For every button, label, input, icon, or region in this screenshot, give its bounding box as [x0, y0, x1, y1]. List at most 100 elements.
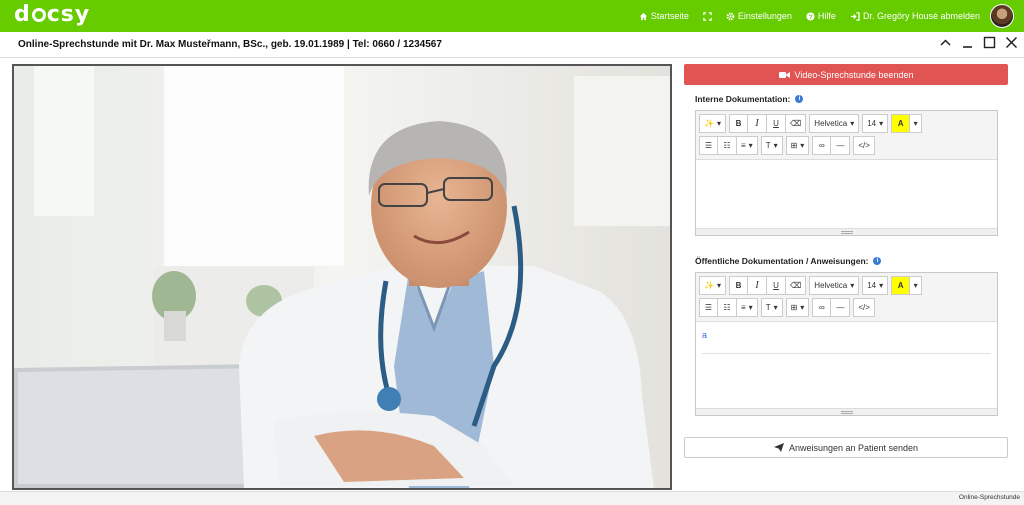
font-family-select[interactable]: Helvetica ▾ — [809, 276, 860, 295]
table-button[interactable]: ⊞ ▾ — [785, 136, 810, 155]
bullet-list-icon: ☰ — [704, 303, 713, 312]
content-divider — [702, 353, 991, 354]
nav-home[interactable]: Startseite — [639, 11, 689, 21]
table-button[interactable]: ⊞ ▾ — [785, 298, 810, 317]
italic-button[interactable]: I — [747, 114, 767, 133]
nav-settings[interactable]: Einstellungen — [726, 11, 792, 21]
minimize-icon[interactable] — [961, 36, 974, 49]
internal-doc-label: Interne Dokumentation: — [695, 94, 791, 104]
numbered-list-icon: ☷ — [723, 141, 731, 150]
close-icon[interactable] — [1005, 36, 1018, 49]
session-title: Online-Sprechstunde mit Dr. Max Musteřma… — [18, 39, 442, 50]
link-icon: ∞ — [818, 303, 825, 312]
eraser-button[interactable]: ⌫ — [785, 276, 807, 295]
public-doc-heading: Öffentliche Dokumentation / Anweisungen:… — [695, 256, 882, 266]
text-style-label: T — [765, 141, 771, 150]
end-video-button[interactable]: Video-Sprechstunde beenden — [684, 64, 1008, 85]
horizontal-rule-button[interactable]: — — [831, 136, 851, 155]
send-instructions-label: Anweisungen an Patient senden — [788, 442, 919, 453]
font-size-select[interactable]: 14 ▾ — [862, 114, 889, 133]
nav-settings-label: Einstellungen — [737, 11, 792, 21]
horizontal-rule-button[interactable]: — — [831, 298, 851, 317]
status-bar: Online-Sprechstunde — [0, 491, 1024, 505]
video-camera-icon — [778, 71, 790, 78]
top-navigation-bar: d csy Startseite Einstellungen ? Hilfe Dr… — [0, 0, 1024, 32]
sign-out-icon — [850, 11, 860, 21]
font-family-select[interactable]: Helvetica ▾ — [809, 114, 860, 133]
font-size-select[interactable]: 14 ▾ — [862, 276, 889, 295]
code-view-button[interactable]: </> — [853, 136, 875, 155]
gear-icon — [726, 12, 735, 20]
magic-wand-icon: ✨ — [704, 119, 714, 128]
align-button[interactable]: ≡ ▾ — [737, 136, 758, 155]
underline-button[interactable]: U — [766, 276, 786, 295]
question-icon: ? — [806, 11, 815, 21]
font-family-value: Helvetica — [814, 281, 848, 290]
magic-wand-button[interactable]: ✨ ▾ — [699, 276, 726, 295]
docsy-logo[interactable]: d csy — [14, 2, 90, 27]
horizontal-rule-icon: — — [836, 303, 845, 312]
public-doc-content[interactable]: a — [696, 322, 997, 408]
numbered-list-button[interactable]: ☷ — [718, 136, 737, 155]
send-instructions-button[interactable]: Anweisungen an Patient senden — [684, 437, 1008, 458]
window-controls — [939, 36, 1018, 49]
eraser-button[interactable]: ⌫ — [785, 114, 807, 133]
align-button[interactable]: ≡ ▾ — [737, 298, 758, 317]
nav-logout[interactable]: Dr. Gregöry Housé abmelden — [850, 11, 980, 21]
internal-doc-content[interactable] — [696, 160, 997, 228]
align-left-icon: ≡ — [741, 303, 746, 312]
eraser-icon: ⌫ — [789, 119, 802, 128]
align-left-icon: ≡ — [741, 141, 746, 150]
bold-button[interactable]: B — [728, 276, 748, 295]
bullet-list-button[interactable]: ☰ — [699, 136, 718, 155]
code-view-button[interactable]: </> — [853, 298, 875, 317]
bullet-list-button[interactable]: ☰ — [699, 298, 718, 317]
end-video-label: Video-Sprechstunde beenden — [794, 69, 914, 80]
magic-wand-button[interactable]: ✨ ▾ — [699, 114, 726, 133]
public-doc-label: Öffentliche Dokumentation / Anweisungen: — [695, 256, 869, 266]
nav-fullscreen[interactable] — [703, 11, 712, 21]
video-stream — [12, 64, 672, 490]
highlight-color-dropdown[interactable]: ▾ — [910, 276, 923, 295]
bullet-list-icon: ☰ — [704, 141, 713, 150]
session-title-bar: Online-Sprechstunde mit Dr. Max Musteřma… — [0, 32, 1024, 58]
text-style-button[interactable]: T ▾ — [760, 136, 783, 155]
nav-logout-label: Dr. Gregöry Housé abmelden — [862, 11, 980, 21]
highlight-color-button[interactable]: A — [891, 114, 911, 133]
internal-doc-editor: ✨ ▾ B I U ⌫ Helvetica ▾ 14 ▾ A ▾ ☰ ☷ ≡ ▾… — [695, 110, 998, 236]
underline-button[interactable]: U — [766, 114, 786, 133]
font-family-value: Helvetica — [814, 119, 848, 128]
text-style-label: T — [765, 303, 771, 312]
table-icon: ⊞ — [790, 303, 798, 312]
link-button[interactable]: ∞ — [812, 136, 832, 155]
status-label: Online-Sprechstunde — [958, 494, 1020, 501]
text-style-button[interactable]: T ▾ — [760, 298, 783, 317]
nav-help[interactable]: ? Hilfe — [806, 11, 836, 21]
paper-plane-icon — [773, 443, 784, 452]
editor-resize-handle[interactable] — [696, 228, 997, 235]
svg-text:?: ? — [808, 14, 812, 21]
internal-doc-heading: Interne Dokumentation: i — [695, 94, 804, 104]
nav-home-label: Startseite — [650, 11, 689, 21]
user-avatar[interactable] — [990, 4, 1014, 28]
bold-button[interactable]: B — [728, 114, 748, 133]
maximize-icon[interactable] — [983, 36, 996, 49]
numbered-list-icon: ☷ — [723, 303, 731, 312]
public-doc-text: a — [702, 330, 708, 340]
font-size-value: 14 — [867, 119, 877, 128]
documentation-panel: Video-Sprechstunde beenden Interne Dokum… — [684, 64, 1010, 484]
nav-help-label: Hilfe — [817, 11, 836, 21]
link-button[interactable]: ∞ — [812, 298, 832, 317]
editor-resize-handle[interactable] — [696, 408, 997, 415]
italic-button[interactable]: I — [747, 276, 767, 295]
expand-icon — [703, 11, 712, 21]
numbered-list-button[interactable]: ☷ — [718, 298, 737, 317]
highlight-color-button[interactable]: A — [891, 276, 911, 295]
doctor-video-image — [14, 66, 670, 488]
collapse-icon[interactable] — [939, 36, 952, 49]
editor-toolbar: ✨ ▾ B I U ⌫ Helvetica ▾ 14 ▾ A ▾ ☰ ☷ ≡ ▾… — [696, 273, 997, 322]
info-icon[interactable]: i — [873, 257, 882, 265]
font-size-value: 14 — [867, 281, 877, 290]
info-icon[interactable]: i — [795, 95, 804, 103]
highlight-color-dropdown[interactable]: ▾ — [910, 114, 923, 133]
